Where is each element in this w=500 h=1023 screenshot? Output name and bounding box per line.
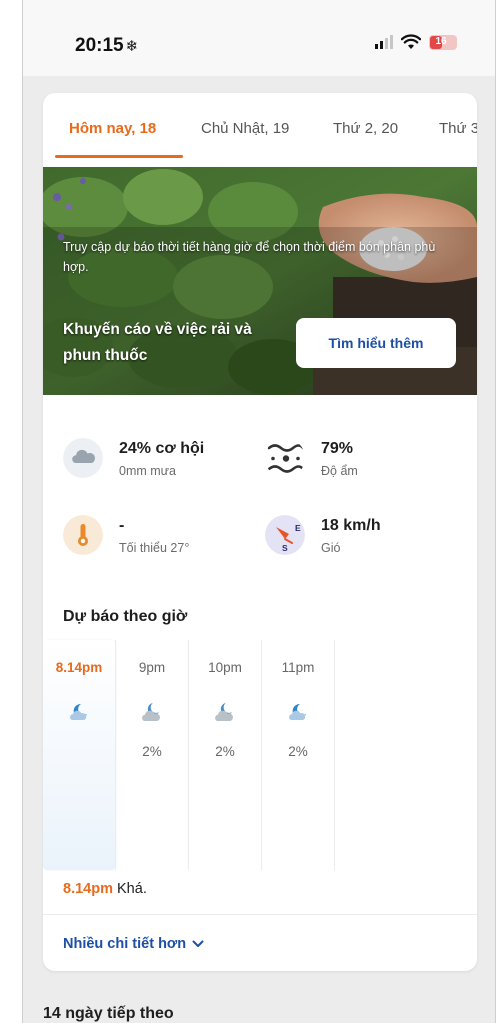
hour-precip: 2% bbox=[288, 744, 308, 759]
thermometer-icon bbox=[63, 515, 103, 555]
learn-more-button[interactable]: Tìm hiểu thêm bbox=[296, 318, 456, 368]
humidity-label: Độ ẩm bbox=[321, 464, 358, 478]
tab-tuesday[interactable]: Thứ 3 bbox=[439, 120, 477, 137]
more-details-link[interactable]: Nhiều chi tiết hơn bbox=[63, 936, 204, 952]
day-tabs: Hôm nay, 18 Chủ Nhật, 19 Thứ 2, 20 Thứ 3 bbox=[43, 93, 477, 167]
status-icons: 16 bbox=[375, 34, 457, 50]
hour-precip: 2% bbox=[142, 744, 162, 759]
compass-south-label: S bbox=[282, 543, 288, 553]
battery-icon: 16 bbox=[429, 34, 457, 50]
moon-cloud-icon bbox=[289, 703, 306, 720]
rain-amount: 0mm mưa bbox=[119, 464, 176, 478]
signal-icon bbox=[375, 35, 393, 49]
tab-sunday[interactable]: Chủ Nhật, 19 bbox=[201, 120, 289, 137]
temperature-value: - bbox=[119, 517, 125, 534]
divider bbox=[43, 914, 477, 915]
compass-east-label: E bbox=[295, 523, 301, 533]
tab-monday[interactable]: Thứ 2, 20 bbox=[333, 120, 398, 137]
active-tab-indicator bbox=[55, 155, 183, 158]
next-14-days-title: 14 ngày tiếp theo bbox=[43, 1005, 174, 1022]
hour-time: 8.14pm bbox=[55, 660, 103, 675]
status-time-text: 20:15 bbox=[75, 35, 124, 56]
banner-description: Truy cập dự báo thời tiết hàng giờ để ch… bbox=[63, 240, 436, 274]
hour-column-current[interactable]: 8.14pm bbox=[43, 640, 115, 870]
snowflake-icon: ❄ bbox=[125, 38, 139, 55]
hour-time: 11pm bbox=[281, 660, 315, 675]
hour-divider bbox=[334, 640, 335, 870]
rain-stat: 24% cơ hội 0mm mưa bbox=[63, 438, 263, 484]
hourly-summary: 8.14pm Khá. bbox=[63, 881, 147, 897]
hour-column[interactable]: 9pm 2% bbox=[116, 640, 188, 870]
hour-time: 10pm bbox=[208, 660, 242, 675]
hourly-forecast-list: 8.14pm 9pm 2% 10pm 2% 11pm 2% bbox=[43, 640, 477, 870]
wind-speed: 18 km/h bbox=[321, 517, 381, 534]
humidity-value: 79% bbox=[321, 440, 354, 457]
summary-time: 8.14pm bbox=[63, 881, 113, 897]
hour-time: 9pm bbox=[138, 660, 166, 675]
moon-cloud-icon bbox=[70, 703, 87, 720]
hour-precip: 2% bbox=[215, 744, 235, 759]
tab-today[interactable]: Hôm nay, 18 bbox=[69, 120, 156, 137]
banner-title: Khuyến cáo về việc rải và phun thuốc bbox=[63, 321, 252, 364]
wifi-icon bbox=[401, 34, 421, 49]
wind-compass-icon: E S bbox=[265, 515, 305, 555]
cloud-moon-icon bbox=[142, 703, 160, 721]
hour-column[interactable]: 11pm 2% bbox=[262, 640, 334, 870]
cloud-moon-icon bbox=[215, 703, 233, 721]
temperature-min: Tối thiểu 27° bbox=[119, 541, 190, 555]
status-time: 20:15 ❄ bbox=[75, 35, 138, 57]
hourly-forecast-title: Dự báo theo giờ bbox=[63, 608, 188, 625]
cloud-icon bbox=[63, 438, 103, 478]
humidity-stat: 79% Độ ẩm bbox=[265, 438, 465, 484]
summary-text: Khá. bbox=[117, 881, 147, 897]
spraying-advice-banner: Truy cập dự báo thời tiết hàng giờ để ch… bbox=[43, 167, 477, 395]
hour-column[interactable]: 10pm 2% bbox=[189, 640, 261, 870]
temperature-stat: - Tối thiểu 27° bbox=[63, 515, 263, 561]
status-bar: 20:15 ❄ 16 bbox=[23, 0, 495, 76]
rain-chance: 24% cơ hội bbox=[119, 440, 205, 457]
weather-card: Hôm nay, 18 Chủ Nhật, 19 Thứ 2, 20 Thứ 3 bbox=[43, 93, 477, 971]
more-details-label: Nhiều chi tiết hơn bbox=[63, 936, 187, 952]
battery-level: 16 bbox=[435, 35, 447, 47]
wind-stat: E S 18 km/h Gió bbox=[265, 515, 465, 561]
humidity-icon bbox=[267, 444, 305, 473]
phone-screen: 20:15 ❄ 16 Hôm nay, 18 Chủ Nhật, 19 Thứ 2… bbox=[22, 0, 496, 1023]
chevron-down-icon bbox=[192, 940, 204, 947]
wind-label: Gió bbox=[321, 541, 341, 555]
